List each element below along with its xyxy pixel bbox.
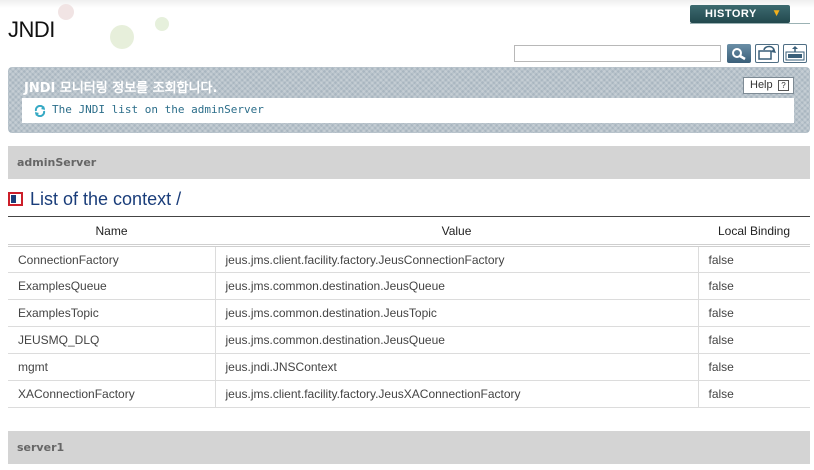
page-title: JNDI <box>8 17 55 42</box>
info-panel: JNDI 모니터링 정보를 조회합니다. Help ? The JNDI lis… <box>8 67 810 133</box>
column-header-value: Value <box>215 216 698 247</box>
cell-name: mgmt <box>8 353 215 381</box>
help-label: Help <box>750 79 773 91</box>
context-table: Name Value Local Binding ConnectionFacto… <box>8 216 810 408</box>
search-input[interactable] <box>514 45 721 62</box>
chevron-down-icon: ▼ <box>771 8 782 19</box>
table-row: ExamplesQueue jeus.jms.common.destinatio… <box>8 272 810 300</box>
cell-value: jeus.jms.common.destination.JeusQueue <box>214 326 698 354</box>
cell-value: jeus.jms.client.facility.factory.JeusXAC… <box>214 380 698 408</box>
decorative-circle <box>58 4 74 20</box>
info-subtitle-box: The JNDI list on the adminServer <box>22 98 794 123</box>
cell-local-binding: false <box>697 326 810 354</box>
cell-name: ExamplesQueue <box>8 272 215 300</box>
refresh-icon <box>758 45 776 60</box>
cell-local-binding: false <box>697 380 810 408</box>
server-bar-server1[interactable]: server1 <box>8 431 810 464</box>
cell-local-binding: false <box>697 299 810 327</box>
table-row: ConnectionFactory jeus.jms.client.facili… <box>8 245 810 273</box>
xml-export-button[interactable] <box>783 44 807 63</box>
cell-value: jeus.jms.common.destination.JeusTopic <box>214 299 698 327</box>
cell-name: JEUSMQ_DLQ <box>8 326 215 354</box>
cell-local-binding: false <box>697 245 810 273</box>
cell-value: jeus.jms.client.facility.factory.JeusCon… <box>214 245 698 273</box>
info-subtitle: The JNDI list on the adminServer <box>52 103 264 116</box>
refresh-icon <box>34 105 46 117</box>
context-title: List of the context / <box>30 189 182 209</box>
search-button[interactable] <box>727 44 751 63</box>
history-label: HISTORY <box>705 8 757 20</box>
cell-name: ConnectionFactory <box>8 245 215 273</box>
info-title: JNDI 모니터링 정보를 조회합니다. <box>24 81 218 96</box>
context-list-icon <box>8 192 23 206</box>
history-button[interactable]: HISTORY ▼ <box>690 5 790 23</box>
cell-local-binding: false <box>697 353 810 381</box>
column-header-name: Name <box>8 216 215 247</box>
xml-export-icon <box>785 46 805 61</box>
refresh-button[interactable] <box>755 44 779 63</box>
table-row: XAConnectionFactory jeus.jms.client.faci… <box>8 380 810 408</box>
cell-value: jeus.jms.common.destination.JeusQueue <box>214 272 698 300</box>
table-row: ExamplesTopic jeus.jms.common.destinatio… <box>8 299 810 327</box>
table-row: JEUSMQ_DLQ jeus.jms.common.destination.J… <box>8 326 810 354</box>
column-header-local-binding: Local Binding <box>698 216 810 247</box>
decorative-circle <box>110 25 134 49</box>
cell-local-binding: false <box>697 272 810 300</box>
cell-value: jeus.jndi.JNSContext <box>214 353 698 381</box>
server-bar-adminServer[interactable]: adminServer <box>8 146 810 179</box>
table-row: mgmt jeus.jndi.JNSContext false <box>8 353 810 381</box>
decorative-circle <box>155 17 169 31</box>
help-icon: ? <box>778 80 789 91</box>
cell-name: ExamplesTopic <box>8 299 215 327</box>
help-button[interactable]: Help ? <box>743 77 794 94</box>
search-icon <box>732 48 746 61</box>
cell-name: XAConnectionFactory <box>8 380 215 408</box>
history-underline <box>690 23 810 24</box>
